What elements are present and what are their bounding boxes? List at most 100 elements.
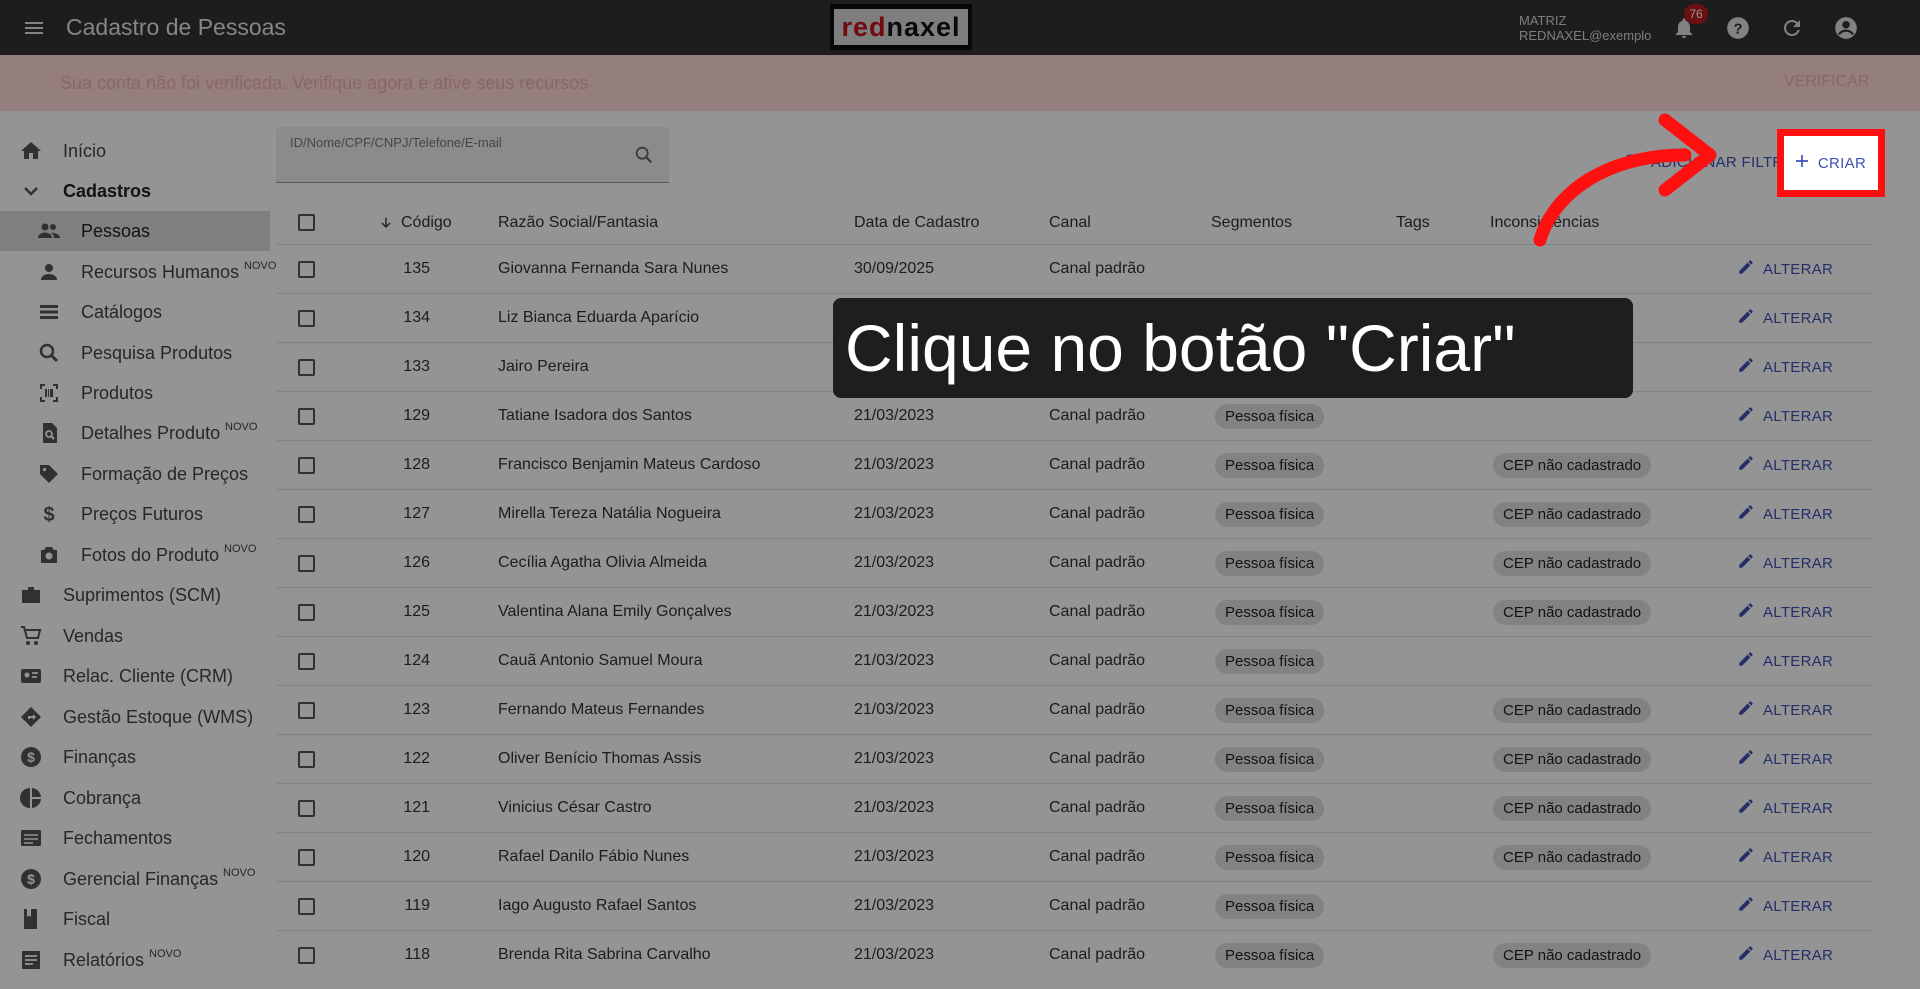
column-header-razao-social[interactable]: Razão Social/Fantasia bbox=[498, 200, 658, 245]
sidebar-item-relatorios[interactable]: Relatórios NOVO bbox=[0, 940, 270, 980]
sidebar-item-gerencial-financas[interactable]: $ Gerencial Finanças NOVO bbox=[0, 859, 270, 899]
edit-button[interactable]: ALTERAR bbox=[1737, 686, 1833, 734]
search-placeholder: ID/Nome/CPF/CNPJ/Telefone/E-mail bbox=[290, 135, 502, 150]
segment-chip: Pessoa física bbox=[1215, 539, 1325, 587]
edit-label: ALTERAR bbox=[1763, 848, 1834, 866]
book-icon bbox=[18, 906, 44, 932]
sidebar-item-pessoas[interactable]: Pessoas bbox=[0, 211, 270, 251]
cell-nome: Oliver Benício Thomas Assis bbox=[498, 750, 702, 767]
sidebar-item-financas[interactable]: $ Finanças bbox=[0, 737, 270, 777]
column-header-codigo[interactable]: Código bbox=[401, 200, 452, 245]
sidebar-item-produtos[interactable]: Produtos bbox=[0, 373, 270, 413]
sort-arrow-down-icon[interactable] bbox=[378, 200, 394, 245]
cell-codigo: 119 bbox=[404, 897, 430, 914]
edit-button[interactable]: ALTERAR bbox=[1737, 735, 1833, 783]
cell-nome: Francisco Benjamin Mateus Cardoso bbox=[498, 456, 761, 473]
table-row[interactable]: 118 Brenda Rita Sabrina Carvalho 21/03/202… bbox=[277, 930, 1873, 979]
pencil-icon bbox=[1737, 307, 1755, 329]
sidebar-item-cadastros[interactable]: Cadastros bbox=[0, 171, 270, 211]
sidebar-item-fiscal[interactable]: Fiscal bbox=[0, 899, 270, 939]
inconsistency-chip-label: CEP não cadastrado bbox=[1493, 501, 1652, 527]
search-icon[interactable] bbox=[633, 144, 655, 171]
inconsistency-chip-label: CEP não cadastrado bbox=[1493, 795, 1652, 821]
sidebar-item-pesquisa-produtos[interactable]: Pesquisa Produtos bbox=[0, 333, 270, 373]
search-input[interactable]: ID/Nome/CPF/CNPJ/Telefone/E-mail bbox=[276, 127, 669, 183]
sidebar-item-formacao-de-precos[interactable]: Formação de Preços bbox=[0, 454, 270, 494]
search-doc-icon bbox=[36, 420, 62, 446]
table-row[interactable]: 128 Francisco Benjamin Mateus Cardoso 21/0… bbox=[277, 440, 1873, 489]
table-row[interactable]: 123 Fernando Mateus Fernandes 21/03/2023 Ca… bbox=[277, 685, 1873, 734]
cell-nome: Tatiane Isadora dos Santos bbox=[498, 407, 692, 424]
edit-button[interactable]: ALTERAR bbox=[1737, 539, 1833, 587]
column-header-tags[interactable]: Tags bbox=[1396, 200, 1430, 245]
sidebar-item-label: Início bbox=[63, 140, 107, 161]
contact-card-icon bbox=[18, 663, 44, 689]
edit-button[interactable]: ALTERAR bbox=[1737, 441, 1833, 489]
sidebar-item-inicio[interactable]: Início bbox=[0, 131, 270, 171]
edit-button[interactable]: ALTERAR bbox=[1737, 784, 1833, 832]
select-all-checkbox[interactable] bbox=[298, 200, 315, 245]
edit-button[interactable]: ALTERAR bbox=[1737, 490, 1833, 538]
cell-codigo: 125 bbox=[403, 603, 430, 620]
cell-data: 21/03/2023 bbox=[854, 505, 935, 522]
menu-icon[interactable] bbox=[20, 14, 48, 42]
table-row[interactable]: 126 Cecília Agatha Olivia Almeida 21/03/20… bbox=[277, 538, 1873, 587]
sidebar-item-fotos-do-produto[interactable]: Fotos do Produto NOVO bbox=[0, 535, 270, 575]
pencil-icon bbox=[1737, 699, 1755, 721]
barcode-icon bbox=[36, 380, 62, 406]
cell-nome: Giovanna Fernanda Sara Nunes bbox=[498, 260, 729, 277]
table-row[interactable]: 122 Oliver Benício Thomas Assis 21/03/2023… bbox=[277, 734, 1873, 783]
inconsistency-chip-label: CEP não cadastrado bbox=[1493, 550, 1652, 576]
table-row[interactable]: 124 Cauã Antonio Samuel Moura 21/03/2023 Ca… bbox=[277, 636, 1873, 685]
sidebar-item-precos-futuros[interactable]: $ Preços Futuros bbox=[0, 494, 270, 534]
edit-button[interactable]: ALTERAR bbox=[1737, 588, 1833, 636]
refresh-icon[interactable] bbox=[1778, 14, 1806, 42]
help-icon[interactable]: ? bbox=[1724, 14, 1752, 42]
segment-chip: Pessoa física bbox=[1215, 735, 1325, 783]
edit-button[interactable]: ALTERAR bbox=[1737, 833, 1833, 881]
account-info: MATRIZ REDNAXEL@exemplo bbox=[1519, 13, 1651, 43]
column-header-segmentos[interactable]: Segmentos bbox=[1211, 200, 1292, 245]
sidebar-item-recursos-humanos[interactable]: Recursos Humanos NOVO bbox=[0, 252, 276, 292]
sidebar-item-detalhes-produto[interactable]: Detalhes Produto NOVO bbox=[0, 413, 270, 453]
column-header-canal[interactable]: Canal bbox=[1049, 200, 1091, 245]
inconsistency-chip: CEP não cadastrado bbox=[1493, 490, 1652, 538]
edit-button[interactable]: ALTERAR bbox=[1737, 637, 1833, 685]
cell-canal: Canal padrão bbox=[1049, 603, 1146, 620]
edit-button[interactable]: ALTERAR bbox=[1737, 931, 1833, 979]
table-row[interactable]: 120 Rafael Danilo Fábio Nunes 21/03/2023 Ca… bbox=[277, 832, 1873, 881]
cell-data: 21/03/2023 bbox=[854, 554, 935, 571]
cell-data: 21/03/2023 bbox=[854, 701, 935, 718]
edit-label: ALTERAR bbox=[1763, 946, 1834, 964]
edit-button[interactable]: ALTERAR bbox=[1737, 882, 1833, 930]
table-row[interactable]: 135 Giovanna Fernanda Sara Nunes 30/09/202… bbox=[277, 244, 1873, 293]
novo-tag: NOVO bbox=[223, 867, 256, 879]
inconsistency-chip: CEP não cadastrado bbox=[1493, 735, 1652, 783]
edit-button[interactable]: ALTERAR bbox=[1737, 343, 1833, 391]
create-button[interactable]: CRIAR bbox=[1787, 140, 1873, 186]
tag-icon bbox=[36, 461, 62, 487]
table-row[interactable]: 129 Tatiane Isadora dos Santos 21/03/2023 C… bbox=[277, 391, 1873, 440]
table-row[interactable]: 127 Mirella Tereza Natália Nogueira 21/03/… bbox=[277, 489, 1873, 538]
cell-canal: Canal padrão bbox=[1049, 456, 1146, 473]
sidebar-item-relac-cliente-crm[interactable]: Relac. Cliente (CRM) bbox=[0, 656, 270, 696]
sidebar-item-gestao-estoque-wms[interactable]: Gestão Estoque (WMS) bbox=[0, 697, 270, 737]
edit-button[interactable]: ALTERAR bbox=[1737, 392, 1833, 440]
sidebar-item-fechamentos[interactable]: Fechamentos bbox=[0, 818, 270, 858]
table-row[interactable]: 125 Valentina Alana Emily Gonçalves 21/03/… bbox=[277, 587, 1873, 636]
cell-nome: Fernando Mateus Fernandes bbox=[498, 701, 705, 718]
table-row[interactable]: 119 Iago Augusto Rafael Santos 21/03/2023 C… bbox=[277, 881, 1873, 930]
edit-button[interactable]: ALTERAR bbox=[1737, 294, 1833, 342]
sidebar-item-label: Suprimentos (SCM) bbox=[63, 584, 222, 605]
banner-action-button[interactable]: VERIFICAR bbox=[1784, 73, 1869, 91]
account-icon[interactable] bbox=[1832, 14, 1860, 42]
sidebar-item-cobranca[interactable]: Cobrança bbox=[0, 778, 270, 818]
table-row[interactable]: 121 Vinicius César Castro 21/03/2023 Canal … bbox=[277, 783, 1873, 832]
pencil-icon bbox=[1737, 944, 1755, 966]
sidebar-item-catalogos[interactable]: Catálogos bbox=[0, 292, 270, 332]
sidebar-item-suprimentos-scm[interactable]: Suprimentos (SCM) bbox=[0, 575, 270, 615]
sidebar-item-vendas[interactable]: Vendas bbox=[0, 616, 270, 656]
column-header-data-cadastro[interactable]: Data de Cadastro bbox=[854, 200, 979, 245]
edit-button[interactable]: ALTERAR bbox=[1737, 245, 1833, 293]
pencil-icon bbox=[1737, 797, 1755, 819]
